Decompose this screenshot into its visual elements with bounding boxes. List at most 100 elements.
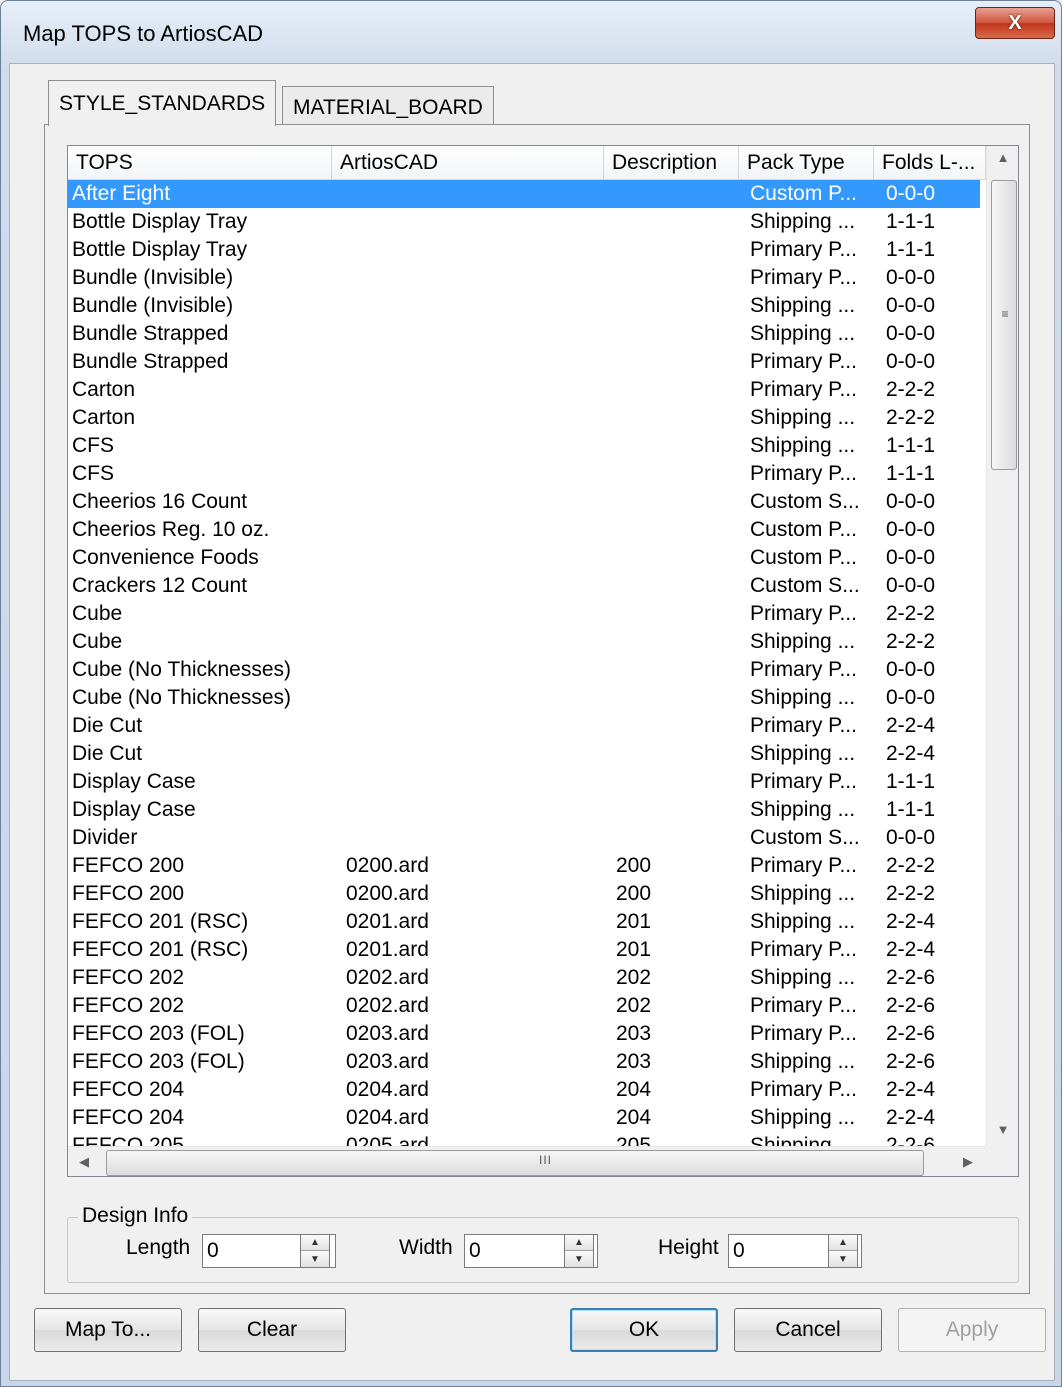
table-row[interactable]: FEFCO 202 0202.ard 202 Shipping ... 2-2-6 [68,964,980,992]
cell-tops: FEFCO 203 (FOL) [72,1022,245,1045]
width-spinner[interactable]: ▲ ▼ [564,1234,594,1268]
vertical-scrollbar[interactable]: ▲ ≡ ▼ [986,146,1018,1146]
cell-artioscad: 0204.ard [346,1106,429,1129]
column-header-artioscad[interactable]: ArtiosCAD [332,146,604,180]
table-row[interactable]: Bottle Display Tray Primary P... 1-1-1 [68,236,980,264]
cell-description: 203 [616,1050,652,1073]
table-row[interactable]: Convenience Foods Custom P... 0-0-0 [68,544,980,572]
clear-button[interactable]: Clear [198,1308,346,1352]
table-row[interactable]: FEFCO 204 0204.ard 204 Shipping ... 2-2-4 [68,1104,980,1132]
spin-up-icon[interactable]: ▲ [301,1235,329,1251]
cell-artioscad [346,516,608,544]
table-row[interactable]: Carton Primary P... 2-2-2 [68,376,980,404]
apply-button[interactable]: Apply [898,1308,1046,1352]
ok-button[interactable]: OK [570,1308,718,1352]
cell-artioscad [346,404,608,432]
table-row[interactable]: FEFCO 201 (RSC) 0201.ard 201 Shipping ... 2-… [68,908,980,936]
cell-pack-type: Primary P... [750,658,857,681]
tab-label: STYLE_STANDARDS [59,91,266,115]
column-header-folds[interactable]: Folds L-... [874,146,986,180]
table-row[interactable]: Cheerios Reg. 10 oz. Custom P... 0-0-0 [68,516,980,544]
table-row[interactable]: Divider Custom S... 0-0-0 [68,824,980,852]
table-row[interactable]: Cheerios 16 Count Custom S... 0-0-0 [68,488,980,516]
table-row[interactable]: CFS Shipping ... 1-1-1 [68,432,980,460]
table-row[interactable]: FEFCO 201 (RSC) 0201.ard 201 Primary P... 2-… [68,936,980,964]
table-row[interactable]: Cube Primary P... 2-2-2 [68,600,980,628]
scroll-right-arrow-icon[interactable]: ▶ [956,1154,980,1170]
column-header-description[interactable]: Description [604,146,739,180]
table-row[interactable]: Bundle (Invisible) Shipping ... 0-0-0 [68,292,980,320]
vertical-scroll-thumb[interactable]: ≡ [991,180,1017,470]
horizontal-scroll-thumb[interactable]: III [106,1150,924,1176]
cell-folds: 2-2-6 [886,994,936,1017]
cancel-button[interactable]: Cancel [734,1308,882,1352]
tab-style-standards[interactable]: STYLE_STANDARDS [48,80,277,128]
height-spinner[interactable]: ▲ ▼ [828,1234,858,1268]
cell-pack-type: Primary P... [750,378,857,401]
cell-tops: Carton [72,378,136,401]
length-label: Length [126,1236,191,1259]
cell-folds: 0-0-0 [886,266,936,289]
table-row[interactable]: CFS Primary P... 1-1-1 [68,460,980,488]
table-row[interactable]: Cube (No Thicknesses) Primary P... 0-0-0 [68,656,980,684]
table-row[interactable]: Cube (No Thicknesses) Shipping ... 0-0-0 [68,684,980,712]
cell-folds: 2-2-4 [886,910,936,933]
cell-description [616,516,742,544]
cell-tops: Cheerios Reg. 10 oz. [72,518,270,541]
design-info-group: Design Info Length ▲ ▼ Width ▲ ▼ Height … [67,1204,1019,1283]
horizontal-scrollbar[interactable]: ◀ III ▶ [68,1146,986,1176]
length-spinner[interactable]: ▲ ▼ [300,1234,330,1268]
table-row[interactable]: FEFCO 203 (FOL) 0203.ard 203 Primary P... 2-… [68,1020,980,1048]
cell-tops: FEFCO 203 (FOL) [72,1050,245,1073]
cell-pack-type: Primary P... [750,714,857,737]
scroll-down-arrow-icon[interactable]: ▼ [987,1122,1018,1137]
table-row[interactable]: Die Cut Shipping ... 2-2-4 [68,740,980,768]
table-row[interactable]: FEFCO 204 0204.ard 204 Primary P... 2-2-4 [68,1076,980,1104]
spin-down-icon[interactable]: ▼ [565,1251,593,1267]
spin-down-icon[interactable]: ▼ [301,1251,329,1267]
tab-material-board[interactable]: MATERIAL_BOARD [282,86,494,128]
column-header-tops[interactable]: TOPS [68,146,332,180]
cell-artioscad [346,600,608,628]
cell-folds: 2-2-6 [886,1050,936,1073]
cell-description [616,740,742,768]
mapping-list[interactable]: TOPS ArtiosCAD Description Pack Type Fol… [67,145,1019,1177]
cell-tops: Cube [72,630,123,653]
table-row[interactable]: Bundle Strapped Primary P... 0-0-0 [68,348,980,376]
close-button[interactable]: X [975,7,1055,39]
cell-artioscad: 0201.ard [346,938,429,961]
spin-up-icon[interactable]: ▲ [565,1235,593,1251]
table-row[interactable]: FEFCO 203 (FOL) 0203.ard 203 Shipping ... 2-… [68,1048,980,1076]
grip-icon: III [539,1153,553,1167]
table-row[interactable]: Crackers 12 Count Custom S... 0-0-0 [68,572,980,600]
cell-folds: 0-0-0 [886,182,936,205]
cell-artioscad [346,208,608,236]
table-row[interactable]: FEFCO 200 0200.ard 200 Primary P... 2-2-2 [68,852,980,880]
cell-folds: 0-0-0 [886,658,936,681]
scroll-left-arrow-icon[interactable]: ◀ [72,1154,96,1170]
table-row[interactable]: Carton Shipping ... 2-2-2 [68,404,980,432]
spin-down-icon[interactable]: ▼ [829,1251,857,1267]
table-row[interactable]: Display Case Primary P... 1-1-1 [68,768,980,796]
cell-folds: 2-2-4 [886,1078,936,1101]
cell-description [616,208,742,236]
table-row[interactable]: FEFCO 200 0200.ard 200 Shipping ... 2-2-2 [68,880,980,908]
column-header-pack-type[interactable]: Pack Type [739,146,874,180]
map-to-button[interactable]: Map To... [34,1308,182,1352]
table-row[interactable]: Cube Shipping ... 2-2-2 [68,628,980,656]
cell-description [616,320,742,348]
table-row[interactable]: Die Cut Primary P... 2-2-4 [68,712,980,740]
table-row-selected[interactable]: After Eight Custom P... 0-0-0 [68,180,980,208]
title-bar[interactable]: Map TOPS to ArtiosCAD X [1,1,1061,63]
cell-folds: 0-0-0 [886,826,936,849]
spin-up-icon[interactable]: ▲ [829,1235,857,1251]
table-row[interactable]: Bundle (Invisible) Primary P... 0-0-0 [68,264,980,292]
table-row[interactable]: FEFCO 202 0202.ard 202 Primary P... 2-2-6 [68,992,980,1020]
table-row[interactable]: Bundle Strapped Shipping ... 0-0-0 [68,320,980,348]
cell-description [616,572,742,600]
scroll-up-arrow-icon[interactable]: ▲ [987,150,1018,165]
cell-artioscad: 0201.ard [346,910,429,933]
table-row[interactable]: Display Case Shipping ... 1-1-1 [68,796,980,824]
table-row[interactable]: Bottle Display Tray Shipping ... 1-1-1 [68,208,980,236]
scrollbar-corner [986,1146,1018,1176]
